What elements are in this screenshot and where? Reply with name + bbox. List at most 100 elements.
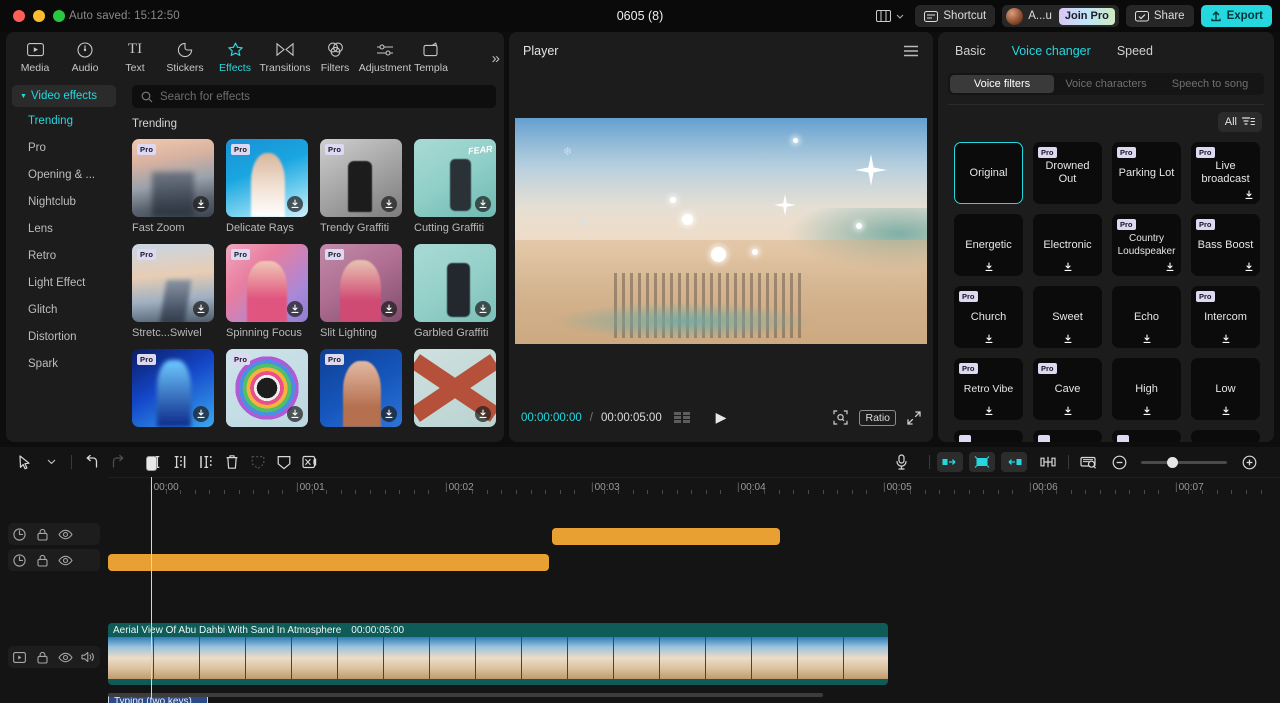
trim-left-button[interactable] — [167, 451, 193, 473]
category-distortion[interactable]: Distortion — [12, 324, 116, 350]
frames-icon[interactable] — [673, 412, 692, 423]
voice-filter-row-partial[interactable] — [1033, 430, 1102, 442]
voice-filter-church[interactable]: Pro Church — [954, 286, 1023, 348]
download-icon[interactable] — [287, 406, 303, 422]
timeline-lanes[interactable]: Aerial View Of Abu Dahbi With Sand In At… — [108, 456, 1280, 703]
download-icon[interactable] — [381, 406, 397, 422]
keyframe-icon[interactable] — [8, 549, 31, 571]
voice-filter-high[interactable]: High — [1112, 358, 1181, 420]
effect-card[interactable]: Pro — [226, 349, 308, 432]
eye-icon[interactable] — [54, 523, 77, 545]
shortcut-button[interactable]: Shortcut — [915, 5, 996, 27]
layout-button[interactable] — [872, 5, 908, 27]
category-spark[interactable]: Spark — [12, 351, 116, 377]
effect-card[interactable]: Pro Stretc...Swivel — [132, 244, 214, 339]
ratio-button[interactable]: Ratio — [859, 409, 896, 426]
category-pro[interactable]: Pro — [12, 135, 116, 161]
voice-filter-sweet[interactable]: Sweet — [1033, 286, 1102, 348]
tab-media[interactable]: Media — [10, 37, 60, 74]
download-icon[interactable] — [1244, 262, 1254, 272]
tab-filters[interactable]: Filters — [310, 37, 360, 74]
more-tabs-button[interactable]: » — [492, 50, 500, 67]
effect-card[interactable]: Pro — [132, 349, 214, 432]
effect-card[interactable]: Pro Fast Zoom — [132, 139, 214, 234]
voice-filter-row-partial[interactable] — [1191, 430, 1260, 442]
eye-icon[interactable] — [54, 549, 77, 571]
join-pro-button[interactable]: Join Pro — [1058, 7, 1115, 25]
close-window-button[interactable] — [13, 10, 25, 22]
download-icon[interactable] — [1244, 190, 1254, 200]
scrollbar-thumb[interactable] — [108, 693, 824, 697]
voice-filter-bass-boost[interactable]: Pro Bass Boost — [1191, 214, 1260, 276]
category-retro[interactable]: Retro — [12, 243, 116, 269]
speaker-icon[interactable] — [77, 646, 100, 668]
tab-stickers[interactable]: Stickers — [160, 37, 210, 74]
download-icon[interactable] — [287, 301, 303, 317]
category-light-effect[interactable]: Light Effect — [12, 270, 116, 296]
video-clip[interactable]: Aerial View Of Abu Dahbi With Sand In At… — [108, 623, 888, 685]
voice-filter-cave[interactable]: Pro Cave — [1033, 358, 1102, 420]
redo-button[interactable] — [105, 451, 131, 473]
category-lens[interactable]: Lens — [12, 216, 116, 242]
playhead-handle[interactable] — [146, 456, 157, 471]
timeline-horizontal-scrollbar[interactable] — [108, 693, 1262, 697]
tab-audio[interactable]: Audio — [60, 37, 110, 74]
undo-button[interactable] — [79, 451, 105, 473]
search-input[interactable] — [160, 90, 487, 103]
effect-clip-lower[interactable] — [108, 554, 549, 571]
tab-text[interactable]: TI Text — [110, 37, 160, 74]
lock-icon[interactable] — [31, 549, 54, 571]
tab-template[interactable]: Templa — [410, 37, 452, 74]
voice-filter-intercom[interactable]: Pro Intercom — [1191, 286, 1260, 348]
category-trending[interactable]: Trending — [12, 108, 116, 134]
voice-filter-live-broadcast[interactable]: Pro Live broadcast — [1191, 142, 1260, 204]
voice-filter-original[interactable]: Original — [954, 142, 1023, 204]
lock-icon[interactable] — [31, 646, 54, 668]
zoom-slider[interactable] — [1141, 456, 1227, 468]
download-icon[interactable] — [984, 406, 994, 416]
tab-adjustment[interactable]: Adjustment — [359, 37, 411, 74]
category-glitch[interactable]: Glitch — [12, 297, 116, 323]
download-icon[interactable] — [1221, 334, 1231, 344]
download-icon[interactable] — [984, 334, 994, 344]
zoom-in-button[interactable] — [1236, 451, 1262, 473]
zoom-out-button[interactable] — [1106, 451, 1132, 473]
player-menu-button[interactable] — [903, 45, 919, 57]
category-nightclub[interactable]: Nightclub — [12, 189, 116, 215]
voice-filter-parking-lot[interactable]: Pro Parking Lot — [1112, 142, 1181, 204]
select-tool-button[interactable] — [12, 451, 38, 473]
minimize-window-button[interactable] — [33, 10, 45, 22]
download-icon[interactable] — [475, 301, 491, 317]
share-button[interactable]: Share — [1125, 5, 1194, 27]
zoom-fit-icon[interactable] — [833, 410, 849, 425]
delete-button[interactable] — [219, 451, 245, 473]
download-icon[interactable] — [1063, 262, 1073, 272]
download-icon[interactable] — [381, 301, 397, 317]
voice-filter-row-partial[interactable] — [1112, 430, 1181, 442]
download-icon[interactable] — [287, 196, 303, 212]
snap-to-right-toggle[interactable] — [1001, 452, 1027, 472]
effect-card[interactable]: Pro Delicate Rays — [226, 139, 308, 234]
keyframe-icon[interactable] — [8, 523, 31, 545]
voice-filter-energetic[interactable]: Energetic — [954, 214, 1023, 276]
voice-filter-echo[interactable]: Echo — [1112, 286, 1181, 348]
download-icon[interactable] — [1063, 406, 1073, 416]
audio-detach-button[interactable] — [297, 451, 323, 473]
effect-card[interactable]: Garbled Graffiti — [414, 244, 496, 339]
trim-right-button[interactable] — [193, 451, 219, 473]
snap-center-toggle[interactable] — [969, 452, 995, 472]
voice-filter-row-partial[interactable] — [954, 430, 1023, 442]
record-voiceover-button[interactable] — [888, 451, 914, 473]
export-button[interactable]: Export — [1200, 5, 1272, 27]
download-icon[interactable] — [984, 262, 994, 272]
category-group-video-effects[interactable]: ▼ Video effects — [12, 85, 116, 107]
all-filter-button[interactable]: All — [1217, 112, 1262, 132]
eye-icon[interactable] — [54, 646, 77, 668]
video-track-icon[interactable] — [8, 646, 31, 668]
timeline-ruler[interactable]: 00:00 00:01 00:02 00:03 00:04 00:05 00:0… — [108, 477, 1280, 499]
segment-voice-filters[interactable]: Voice filters — [950, 75, 1054, 93]
voice-filter-country-loudspeaker[interactable]: Pro Country Loudspeaker — [1112, 214, 1181, 276]
download-icon[interactable] — [1221, 406, 1231, 416]
account-chip[interactable]: A...u Join Pro — [1002, 5, 1119, 27]
download-icon[interactable] — [381, 196, 397, 212]
